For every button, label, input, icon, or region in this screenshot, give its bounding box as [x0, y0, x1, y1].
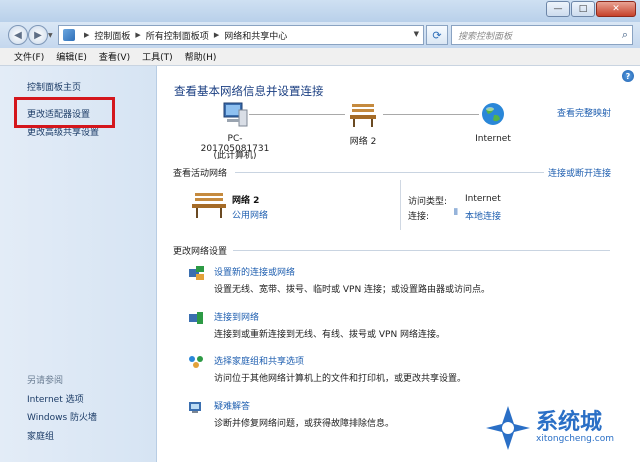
see-also-heading: 另请参阅: [27, 376, 64, 386]
breadcrumb-control-panel[interactable]: 控制面板: [94, 29, 130, 42]
back-button[interactable]: ◀: [8, 25, 28, 45]
forward-arrow-icon: ▶: [34, 29, 42, 41]
sidebar-home-link[interactable]: 控制面板主页: [27, 80, 81, 93]
troubleshoot-icon: [189, 402, 201, 413]
help-icon[interactable]: ?: [622, 70, 634, 82]
task-new-connection: 设置新的连接或网络 设置无线、宽带、拨号、临时或 VPN 连接；或设置路由器或访…: [214, 265, 640, 295]
address-toolbar: ◀ ▶ ▼ ▶ 控制面板 ▶ 所有控制面板项 ▶ 网络和共享中心 ▼ ⟳ 搜索控…: [0, 22, 640, 48]
watermark-url: xitongcheng.com: [536, 434, 614, 444]
watermark-brand: 系统城: [536, 410, 603, 435]
maximize-button[interactable]: □: [571, 1, 595, 17]
sidebar-firewall-link[interactable]: Windows 防火墙: [27, 410, 97, 423]
computer-icon: [223, 102, 248, 127]
sidebar-internet-options-link[interactable]: Internet 选项: [27, 392, 84, 405]
connector-line: [383, 114, 479, 115]
internet-node-label: Internet: [475, 134, 511, 144]
bench-network-icon: [350, 104, 376, 127]
connect-network-icon: [189, 312, 203, 324]
menu-tools[interactable]: 工具(T): [142, 50, 173, 63]
minimize-button[interactable]: —: [546, 1, 570, 17]
control-panel-icon: [63, 29, 75, 41]
menu-edit[interactable]: 编辑(E): [56, 50, 87, 63]
homegroup-sharing-link[interactable]: 选择家庭组和共享选项: [214, 354, 640, 367]
refresh-icon: ⟳: [432, 28, 442, 42]
search-input[interactable]: 搜索控制面板 ⌕: [451, 25, 633, 45]
connect-disconnect-link[interactable]: 连接或断开连接: [548, 166, 611, 179]
task-homegroup: 选择家庭组和共享选项 访问位于其他网络计算机上的文件和打印机，或更改共享设置。: [214, 354, 640, 384]
active-network-name: 网络 2: [232, 196, 260, 206]
active-networks-title: 查看活动网络: [173, 169, 228, 179]
connector-line: [249, 114, 345, 115]
title-bar: — □ ✕: [0, 0, 640, 22]
menu-bar: 文件(F) 编辑(E) 查看(V) 工具(T) 帮助(H): [0, 48, 640, 66]
pc-subtitle-label: (此计算机): [213, 151, 257, 161]
new-connection-icon: [189, 266, 204, 280]
window-controls: — □ ✕: [545, 1, 636, 17]
internet-globe-icon: [482, 103, 504, 125]
network-type-link[interactable]: 公用网络: [232, 208, 268, 221]
homegroup-sharing-desc: 访问位于其他网络计算机上的文件和打印机，或更改共享设置。: [214, 374, 467, 384]
back-arrow-icon: ◀: [14, 29, 22, 41]
bench-network-icon: [192, 193, 226, 218]
breadcrumb-arrow-icon[interactable]: ▶: [135, 31, 140, 39]
menu-view[interactable]: 查看(V): [99, 50, 130, 63]
watermark-logo-icon: [486, 406, 530, 450]
change-settings-title: 更改网络设置: [173, 247, 228, 257]
vertical-divider: [400, 180, 401, 230]
connection-label: 连接:: [408, 212, 430, 222]
breadcrumb-network-center[interactable]: 网络和共享中心: [224, 29, 287, 42]
menu-help[interactable]: 帮助(H): [185, 50, 217, 63]
homegroup-icon: [189, 356, 203, 368]
highlight-box: [14, 97, 115, 128]
menu-file[interactable]: 文件(F): [14, 50, 44, 63]
breadcrumb-arrow-icon[interactable]: ▶: [214, 31, 219, 39]
local-connection-link[interactable]: 本地连接: [465, 209, 501, 222]
sidebar-homegroup-link[interactable]: 家庭组: [27, 429, 54, 442]
ethernet-connection-icon: ⫴: [454, 208, 458, 218]
search-placeholder: 搜索控制面板: [458, 31, 513, 42]
forward-button[interactable]: ▶: [28, 25, 48, 45]
connect-to-network-desc: 连接到或重新连接到无线、有线、拨号或 VPN 网络连接。: [214, 330, 446, 340]
setup-new-connection-desc: 设置无线、宽带、拨号、临时或 VPN 连接；或设置路由器或访问点。: [214, 285, 491, 295]
address-dropdown-icon[interactable]: ▼: [414, 30, 419, 38]
access-type-label: 访问类型:: [408, 197, 448, 207]
breadcrumb: ▶ 控制面板 ▶ 所有控制面板项 ▶ 网络和共享中心: [79, 29, 287, 42]
section-divider: [235, 172, 544, 173]
site-watermark: 系统城 xitongcheng.com: [482, 402, 632, 454]
refresh-button[interactable]: ⟳: [426, 25, 448, 45]
address-box[interactable]: ▶ 控制面板 ▶ 所有控制面板项 ▶ 网络和共享中心 ▼: [58, 25, 424, 45]
breadcrumb-all-items[interactable]: 所有控制面板项: [146, 29, 209, 42]
network-node-label: 网络 2: [349, 137, 377, 147]
network-map: PC-201705081731 (此计算机) 网络 2 Internet: [157, 96, 640, 166]
close-button[interactable]: ✕: [596, 1, 636, 17]
recent-pages-dropdown-icon[interactable]: ▼: [48, 32, 53, 39]
breadcrumb-arrow-icon[interactable]: ▶: [84, 31, 89, 39]
connect-to-network-link[interactable]: 连接到网络: [214, 310, 640, 323]
section-divider: [233, 250, 610, 251]
search-icon[interactable]: ⌕: [622, 28, 628, 42]
access-type-value: Internet: [465, 194, 501, 204]
setup-new-connection-link[interactable]: 设置新的连接或网络: [214, 265, 640, 278]
task-connect-network: 连接到网络 连接到或重新连接到无线、有线、拨号或 VPN 网络连接。: [214, 310, 640, 340]
